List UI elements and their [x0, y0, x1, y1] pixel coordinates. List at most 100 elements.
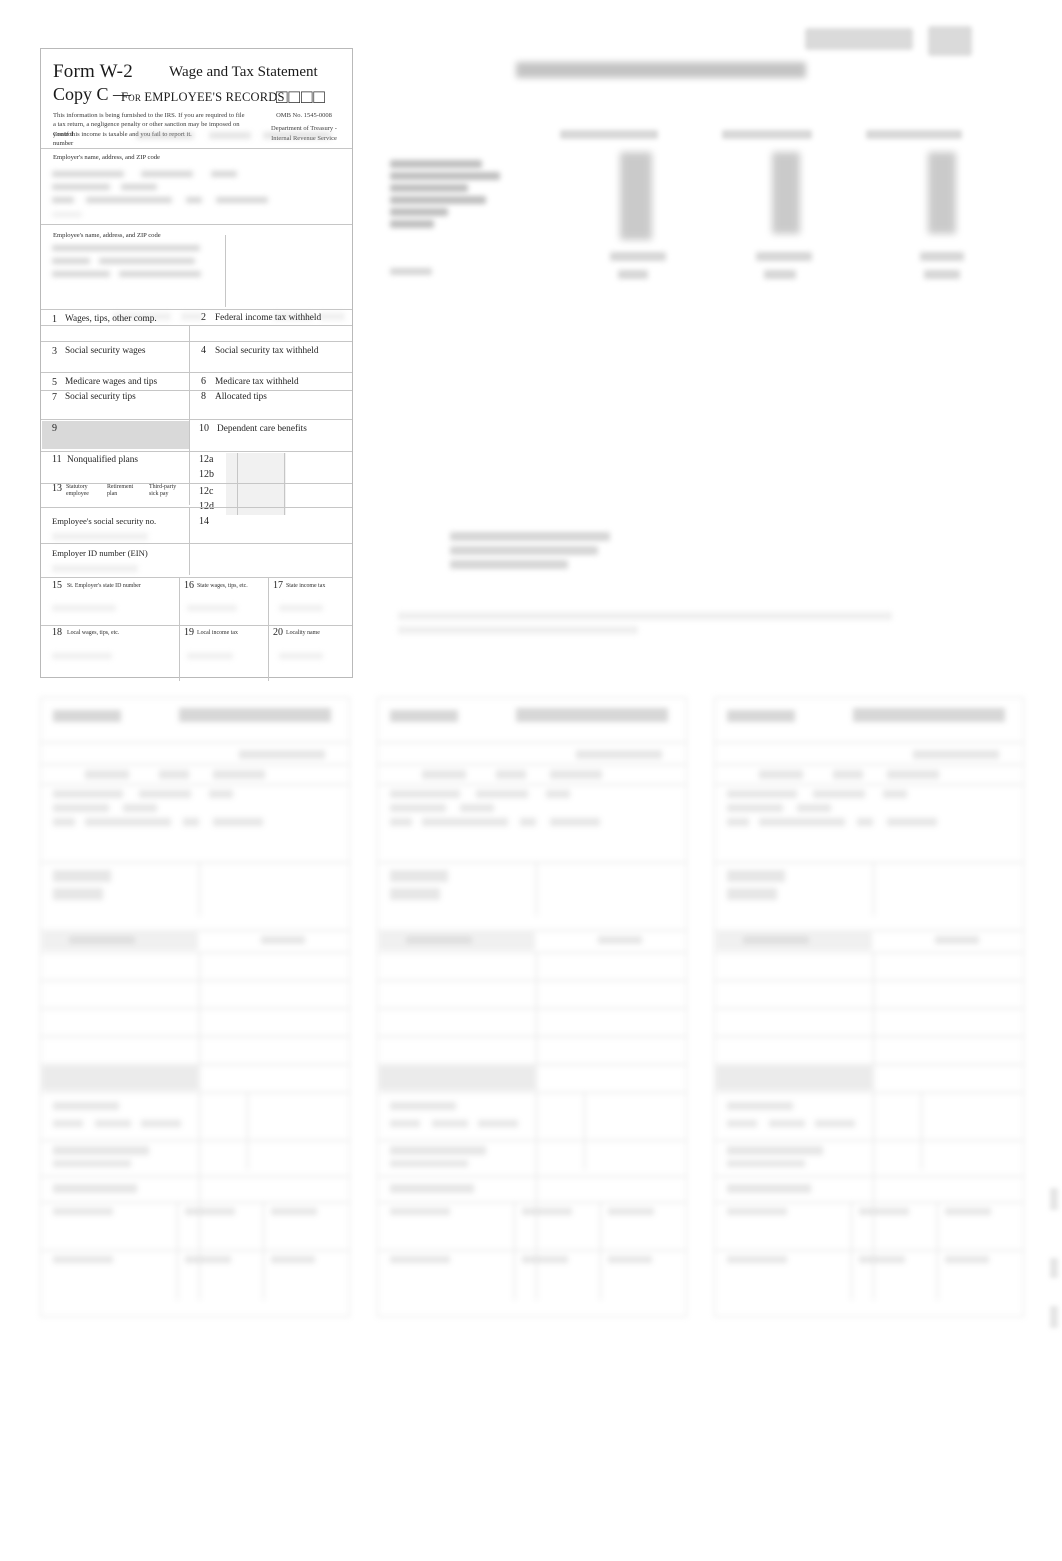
control-number-value-redacted — [136, 132, 194, 139]
panel-amount-3-redacted — [928, 152, 956, 234]
panel-sublabel-3b-redacted — [924, 270, 960, 279]
box-13-retirement-plan-label: Retirement plan — [107, 484, 134, 498]
panel-address-line-3-redacted — [390, 184, 468, 192]
panel-sublabel-2-redacted — [756, 252, 812, 261]
employer-value-redacted-2 — [141, 171, 193, 177]
box-11-label: Nonqualified plans — [67, 455, 139, 465]
panel-address-footer-redacted — [390, 268, 432, 275]
employee-block-label: Employee's name, address, and ZIP code — [53, 232, 161, 239]
panel-note-line-2-redacted — [450, 546, 598, 555]
box-8-number: 8 — [201, 391, 206, 402]
tax-year: □□□□ — [276, 87, 326, 108]
panel-address-line-6-redacted — [390, 220, 434, 228]
control-number-value-redacted-2 — [209, 132, 251, 139]
box-12a-number: 12a — [199, 454, 214, 465]
employer-value-redacted-3 — [211, 171, 237, 177]
box-5-number: 5 — [52, 377, 57, 388]
box-18-value-redacted — [52, 653, 112, 659]
box-17-number: 17 — [273, 580, 283, 591]
box-1-number: 1 — [52, 314, 57, 325]
box-10-number: 10 — [199, 423, 209, 434]
box-18-number: 18 — [52, 627, 62, 638]
panel-amount-1-redacted — [620, 152, 652, 240]
employee-value-redacted-3 — [99, 258, 195, 264]
box-20-number: 20 — [273, 627, 283, 638]
box-4-number: 4 — [201, 345, 206, 356]
box-11-number: 11 — [52, 454, 62, 465]
box-17-value-redacted — [279, 605, 323, 611]
box-13-number: 13 — [52, 483, 62, 494]
box-17-label: State income tax — [286, 583, 326, 589]
panel-footnote-line-2-redacted — [398, 626, 638, 634]
omb-number: OMB No. 1545-0008 — [276, 112, 332, 119]
panel-col-header-2-redacted — [722, 130, 812, 139]
box-9-number: 9 — [52, 423, 57, 434]
employer-value-redacted-10 — [52, 212, 82, 217]
box-12c-number: 12c — [199, 486, 214, 497]
employer-block-label: Employer's name, address, and ZIP code — [53, 154, 160, 161]
panel-sublabel-1-redacted — [610, 252, 666, 261]
box-15-label: St. Employer's state ID number — [67, 583, 141, 589]
box-16-number: 16 — [184, 580, 194, 591]
column-header-redacted-4 — [319, 313, 345, 320]
panel-note-line-1-redacted — [450, 532, 610, 541]
employer-value-redacted-9 — [216, 197, 268, 203]
box-7-number: 7 — [52, 392, 57, 403]
box-15-value-redacted — [52, 605, 116, 611]
panel-badge-1-redacted — [805, 28, 913, 50]
panel-amount-2-redacted — [772, 152, 800, 234]
panel-title-redacted — [510, 56, 514, 76]
box-6-number: 6 — [201, 376, 206, 387]
panel-sublabel-1b-redacted — [618, 270, 648, 279]
panel-badge-2-redacted — [928, 26, 972, 56]
employer-value-redacted-6 — [52, 197, 74, 203]
ssn-label: Employee's social security no. — [52, 516, 157, 526]
form-number: Form W-2 — [53, 61, 133, 82]
box-8-label: Allocated tips — [215, 392, 267, 402]
box-4-label: Social security tax withheld — [215, 346, 319, 356]
earnings-statement-panel — [380, 14, 1010, 654]
employer-value-redacted-8 — [186, 197, 202, 203]
box-2-number: 2 — [201, 312, 206, 323]
panel-address-line-5-redacted — [390, 208, 448, 216]
box-1-label: Wages, tips, other comp. — [65, 314, 157, 324]
panel-address-line-1-redacted — [390, 160, 482, 168]
box-19-value-redacted — [187, 653, 233, 659]
panel-title-smudge — [516, 62, 806, 78]
form-title: Wage and Tax Statement — [169, 64, 318, 80]
w2-form-copy-c: Form W-2 Copy C — For EMPLOYEE'S RECORDS… — [40, 48, 353, 681]
employer-value-redacted-1 — [52, 171, 124, 177]
employer-value-redacted-7 — [86, 197, 172, 203]
box-16-value-redacted — [187, 605, 237, 611]
box-19-label: Local income tax — [197, 630, 238, 636]
panel-address-line-4-redacted — [390, 196, 486, 204]
page-edge-mark-1 — [1050, 1188, 1058, 1210]
box-12b-number: 12b — [199, 469, 214, 480]
w2-copy-bottom-3 — [714, 697, 1024, 1317]
panel-sublabel-3-redacted — [920, 252, 964, 261]
employee-value-redacted-5 — [119, 271, 201, 277]
panel-address-line-2-redacted — [390, 172, 500, 180]
control-number-label: Control number — [53, 131, 74, 147]
box-9-shaded-area — [42, 421, 189, 449]
employer-value-redacted-5 — [121, 184, 157, 190]
box-15-number: 15 — [52, 580, 62, 591]
box-7-label: Social security tips — [65, 392, 136, 402]
box-20-value-redacted — [279, 653, 323, 659]
panel-col-header-1-redacted — [560, 130, 658, 139]
employee-value-redacted-4 — [52, 271, 110, 277]
box-20-label: Locality name — [286, 630, 320, 636]
column-header-redacted-2 — [181, 313, 203, 320]
page-edge-mark-3 — [1050, 1306, 1058, 1328]
document-page: Form W-2 Copy C — For EMPLOYEE'S RECORDS… — [0, 0, 1062, 1561]
box-13-statutory-employee-label: Statutory employee — [66, 484, 89, 498]
box-5-label: Medicare wages and tips — [65, 377, 158, 387]
page-edge-mark-2 — [1050, 1258, 1058, 1278]
ein-value-redacted — [52, 565, 138, 572]
employer-value-redacted-4 — [52, 184, 110, 190]
box-19-number: 19 — [184, 627, 194, 638]
box-6-label: Medicare tax withheld — [215, 377, 299, 387]
copy-sub-label: For EMPLOYEE'S RECORDS — [121, 90, 285, 104]
box-2-label: Federal income tax withheld — [215, 313, 322, 323]
box-10-label: Dependent care benefits — [217, 424, 307, 434]
